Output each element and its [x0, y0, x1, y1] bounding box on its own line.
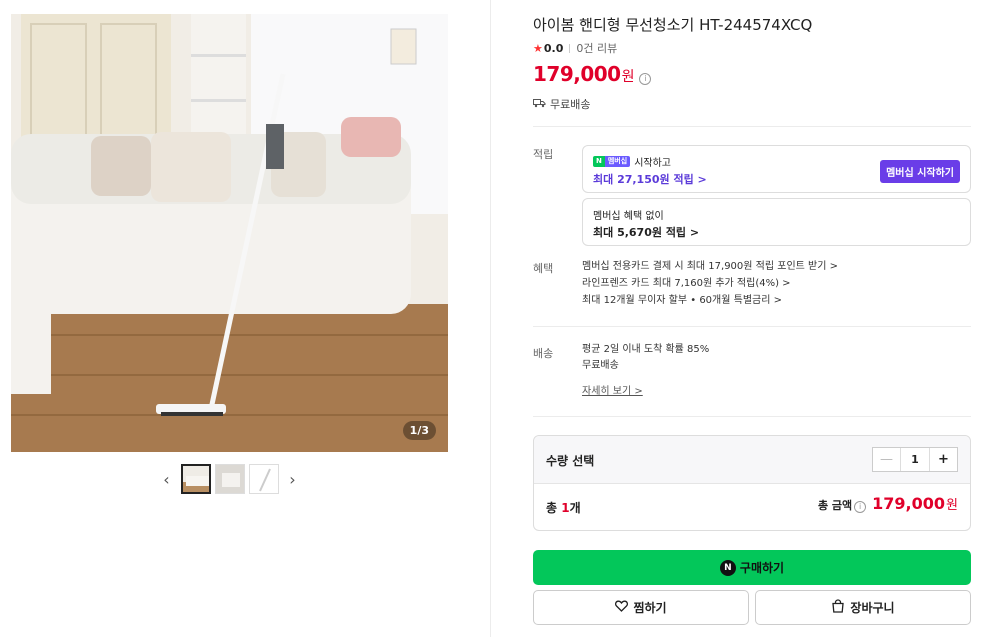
buy-button[interactable]: N 구매하기	[533, 550, 971, 585]
benefits-label: 혜택	[533, 262, 554, 275]
total-amount-label: 총 금액	[817, 499, 853, 512]
chevron-right-icon[interactable]: ›	[283, 464, 303, 494]
info-icon[interactable]: i	[639, 73, 652, 85]
points-label: 적립	[533, 148, 554, 161]
truck-icon	[533, 98, 546, 111]
delivery-fee: 무료배송	[582, 360, 619, 371]
rating-value: 0.0	[543, 41, 564, 55]
shipping-text: 무료배송	[550, 98, 591, 111]
cart-label: 장바구니	[850, 601, 895, 615]
delivery-info: 평균 2일 이내 도착 확률 85% 무료배송	[582, 342, 709, 374]
wishlist-button[interactable]: 찜하기	[533, 590, 749, 625]
thumbnail-strip: ‹ ›	[11, 464, 448, 494]
star-icon: ★	[533, 41, 543, 55]
total-price-unit: 원	[946, 498, 958, 513]
quantity-box: 수량 선택 — 1 + 총 1개 총 금액 i 179,000 원	[533, 435, 971, 531]
buy-button-label: 구매하기	[739, 561, 785, 575]
total-amount: 총 금액 i 179,000 원	[818, 494, 958, 513]
membership-start-text: 시작하고	[634, 158, 671, 169]
benefit-item[interactable]: 라인프렌즈 카드 최대 7,160원 추가 적립(4%) >	[582, 275, 838, 292]
wishlist-label: 찜하기	[633, 601, 667, 615]
shopping-bag-icon	[831, 599, 850, 616]
thumbnail-3[interactable]	[248, 464, 279, 494]
increase-button[interactable]: +	[929, 448, 957, 471]
rating-row: ★ 0.0 0건 리뷰	[533, 40, 971, 56]
divider	[533, 326, 971, 327]
quantity-stepper: — 1 +	[872, 447, 958, 472]
quantity-label: 수량 선택	[546, 454, 595, 468]
membership-max-points-link[interactable]: 최대 27,150원 적립 >	[593, 171, 707, 187]
divider	[533, 126, 971, 127]
npay-membership-badge: N 멤버십	[593, 156, 631, 167]
product-main-image[interactable]: 1/3	[11, 14, 448, 452]
delivery-detail-link[interactable]: 자세히 보기 >	[582, 382, 643, 397]
price: 179,000	[533, 62, 621, 86]
decrease-button[interactable]: —	[873, 448, 901, 471]
benefit-list: 멤버십 전용카드 결제 시 최대 17,900원 적립 포인트 받기 > 라인프…	[582, 258, 838, 309]
benefit-item[interactable]: 멤버십 전용카드 결제 시 최대 17,900원 적립 포인트 받기 >	[582, 258, 838, 275]
shipping-row: 무료배송	[533, 96, 971, 112]
thumbnail-2[interactable]	[214, 464, 245, 494]
delivery-label: 배송	[533, 347, 554, 360]
cart-button[interactable]: 장바구니	[755, 590, 971, 625]
review-count-link[interactable]: 0건 리뷰	[576, 40, 617, 56]
chevron-left-icon[interactable]: ‹	[157, 464, 177, 494]
divider	[569, 43, 571, 53]
quantity-input[interactable]: 1	[901, 448, 929, 471]
membership-points-box: N 멤버십 시작하고 최대 27,150원 적립 > 멤버십 시작하기	[582, 145, 971, 193]
price-row: 179,000 원 i	[533, 62, 971, 86]
no-membership-text: 멤버십 혜택 없이	[593, 211, 664, 222]
thumbnail-1[interactable]	[180, 464, 211, 494]
divider	[533, 416, 971, 417]
product-info: 아이봄 핸디형 무선청소기 HT-244574XCQ ★ 0.0 0건 리뷰 1…	[533, 14, 971, 112]
product-gallery: 1/3 ‹ ›	[11, 14, 448, 494]
total-count: 총 1개	[546, 501, 581, 515]
naver-n-icon: N	[719, 559, 736, 576]
column-divider	[490, 0, 491, 637]
heart-icon	[615, 600, 633, 615]
start-membership-button[interactable]: 멤버십 시작하기	[880, 160, 960, 183]
basic-points-box: 멤버십 혜택 없이 최대 5,670원 적립 >	[582, 198, 971, 246]
total-price: 179,000	[872, 494, 946, 513]
delivery-estimate: 평균 2일 이내 도착 확률 85%	[582, 344, 710, 355]
info-icon[interactable]: i	[854, 501, 867, 513]
image-counter: 1/3	[402, 421, 436, 440]
benefit-item[interactable]: 최대 12개월 무이자 할부 • 60개월 특별금리 >	[582, 292, 838, 309]
price-unit: 원	[621, 69, 635, 85]
product-title: 아이봄 핸디형 무선청소기 HT-244574XCQ	[533, 16, 813, 34]
basic-max-points-link[interactable]: 최대 5,670원 적립 >	[593, 224, 699, 240]
